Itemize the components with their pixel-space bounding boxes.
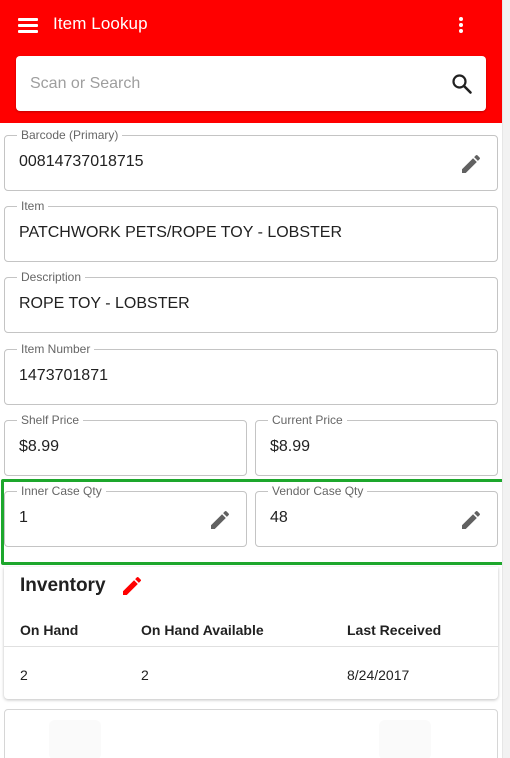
hamburger-menu-icon[interactable] — [12, 10, 44, 38]
edit-vendor-case-qty-icon[interactable] — [459, 508, 483, 532]
item-value: PATCHWORK PETS/ROPE TOY - LOBSTER — [19, 224, 343, 241]
inner-case-qty-value: 1 — [19, 509, 28, 526]
edit-inventory-icon[interactable] — [120, 574, 144, 598]
current-price-label: Current Price — [268, 413, 347, 427]
description-label: Description — [17, 270, 86, 284]
item-number-label: Item Number — [17, 342, 95, 356]
scrollbar-track[interactable] — [502, 0, 510, 758]
inventory-heading: Inventory — [20, 575, 106, 596]
vendor-case-qty-label: Vendor Case Qty — [268, 484, 368, 498]
cell-last-received: 8/24/2017 — [347, 667, 410, 683]
edit-inner-case-qty-icon[interactable] — [208, 508, 232, 532]
inventory-card: Inventory On Hand On Hand Available Last… — [4, 567, 498, 699]
barcode-field: Barcode (Primary) 00814737018715 — [4, 128, 498, 191]
search-icon[interactable] — [450, 72, 474, 96]
table-divider — [4, 646, 498, 647]
barcode-label: Barcode (Primary) — [17, 128, 123, 142]
inner-case-qty-field: Inner Case Qty 1 — [4, 484, 247, 547]
column-header-last-received: Last Received — [347, 622, 442, 638]
vendor-case-qty-value: 48 — [270, 509, 288, 526]
column-header-on-hand: On Hand — [20, 622, 79, 638]
barcode-value: 00814737018715 — [19, 153, 144, 170]
inner-case-qty-label: Inner Case Qty — [17, 484, 106, 498]
item-number-value: 1473701871 — [19, 367, 108, 384]
placeholder-block — [49, 720, 101, 758]
placeholder-block — [379, 720, 431, 758]
search-input[interactable] — [16, 56, 436, 111]
next-section-card — [4, 709, 498, 758]
column-header-on-hand-available: On Hand Available — [141, 622, 264, 638]
search-box — [16, 56, 486, 111]
page-title: Item Lookup — [53, 14, 148, 33]
description-field: Description ROPE TOY - LOBSTER — [4, 270, 498, 333]
edit-barcode-icon[interactable] — [459, 152, 483, 176]
more-vert-icon[interactable] — [448, 10, 474, 38]
vendor-case-qty-field: Vendor Case Qty 48 — [255, 484, 498, 547]
item-field: Item PATCHWORK PETS/ROPE TOY - LOBSTER — [4, 199, 498, 262]
item-number-field: Item Number 1473701871 — [4, 342, 498, 405]
cell-on-hand-available: 2 — [141, 667, 149, 683]
shelf-price-value: $8.99 — [19, 438, 60, 455]
current-price-value: $8.99 — [270, 438, 311, 455]
shelf-price-label: Shelf Price — [17, 413, 84, 427]
cell-on-hand: 2 — [20, 667, 28, 683]
description-value: ROPE TOY - LOBSTER — [19, 295, 190, 312]
shelf-price-field: Shelf Price $8.99 — [4, 413, 247, 476]
item-lookup-screen: Item Lookup Barcode (Primary) 0081473701… — [0, 0, 510, 758]
item-label: Item — [17, 199, 49, 213]
current-price-field: Current Price $8.99 — [255, 413, 498, 476]
app-bar: Item Lookup — [0, 0, 502, 123]
